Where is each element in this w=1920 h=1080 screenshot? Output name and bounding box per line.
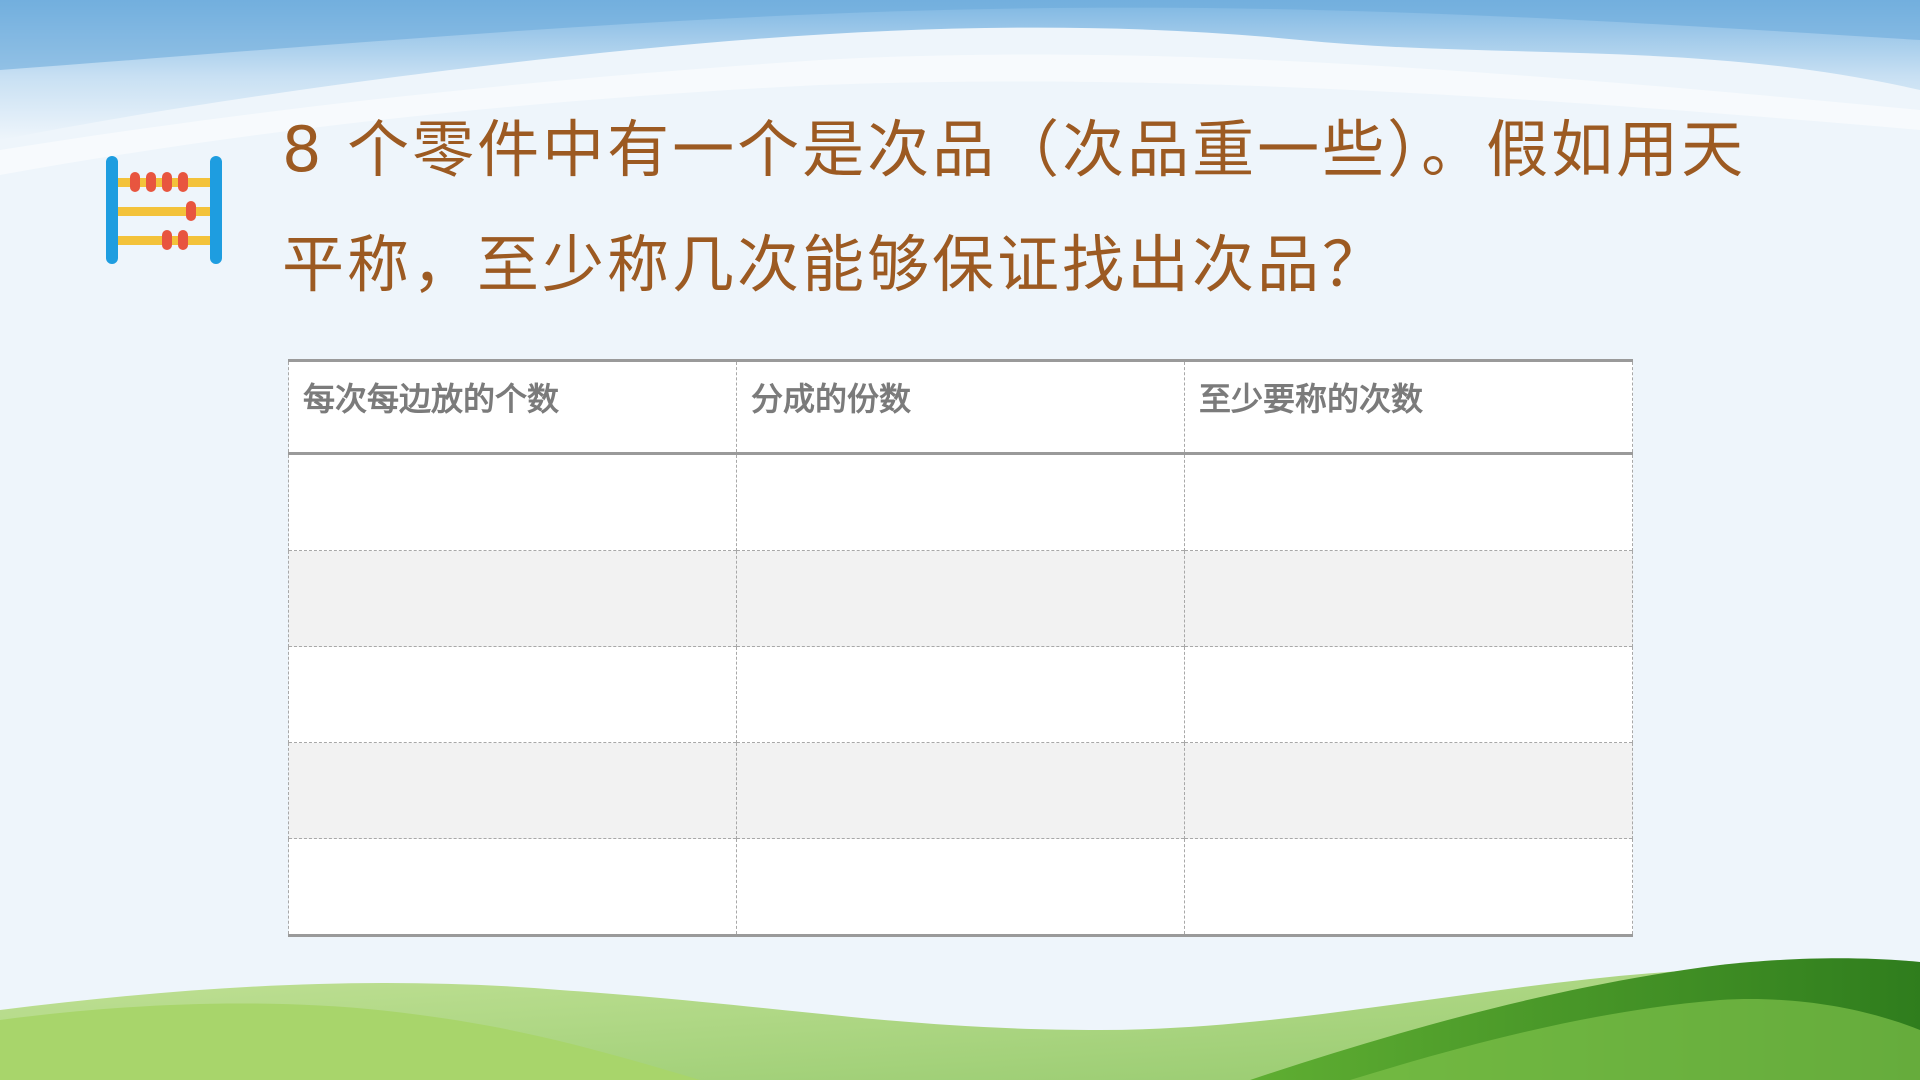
question-line-2: 平称，至少称几次能够保证找出次品？ (282, 228, 1388, 301)
header-min-weighings: 至少要称的次数 (1184, 360, 1633, 455)
header-number-of-groups: 分成的份数 (736, 360, 1185, 455)
question-line-1: 8 个零件中有一个是次品（次品重一些）。假如用天 (282, 92, 1782, 207)
weighing-table: 每次每边放的个数 分成的份数 至少要称的次数 (288, 359, 1633, 937)
table-cell[interactable] (288, 453, 737, 551)
table-row (288, 838, 1633, 936)
table-cell[interactable] (736, 550, 1185, 647)
table-header-row: 每次每边放的个数 分成的份数 至少要称的次数 (288, 360, 1633, 455)
table-row (288, 742, 1633, 839)
question-line-1-text: 个零件中有一个是次品（次品重一些）。假如用天 (324, 113, 1747, 186)
table-row (288, 550, 1633, 647)
table-cell[interactable] (288, 646, 737, 743)
table-cell[interactable] (736, 453, 1185, 551)
table-cell[interactable] (1184, 453, 1633, 551)
abacus-icon (106, 156, 222, 264)
table-cell[interactable] (736, 742, 1185, 839)
table-cell[interactable] (736, 646, 1185, 743)
table-cell[interactable] (1184, 742, 1633, 839)
table-cell[interactable] (288, 838, 737, 936)
table-cell[interactable] (1184, 838, 1633, 936)
header-items-per-side: 每次每边放的个数 (288, 360, 737, 455)
table-row (288, 646, 1633, 743)
question-number: 8 (282, 113, 325, 186)
table-row (288, 453, 1633, 551)
table-cell[interactable] (1184, 646, 1633, 743)
table-cell[interactable] (1184, 550, 1633, 647)
question-text: 8 个零件中有一个是次品（次品重一些）。假如用天 平称，至少称几次能够保证找出次… (282, 92, 1782, 322)
table-cell[interactable] (288, 550, 737, 647)
table-cell[interactable] (288, 742, 737, 839)
table-cell[interactable] (736, 838, 1185, 936)
